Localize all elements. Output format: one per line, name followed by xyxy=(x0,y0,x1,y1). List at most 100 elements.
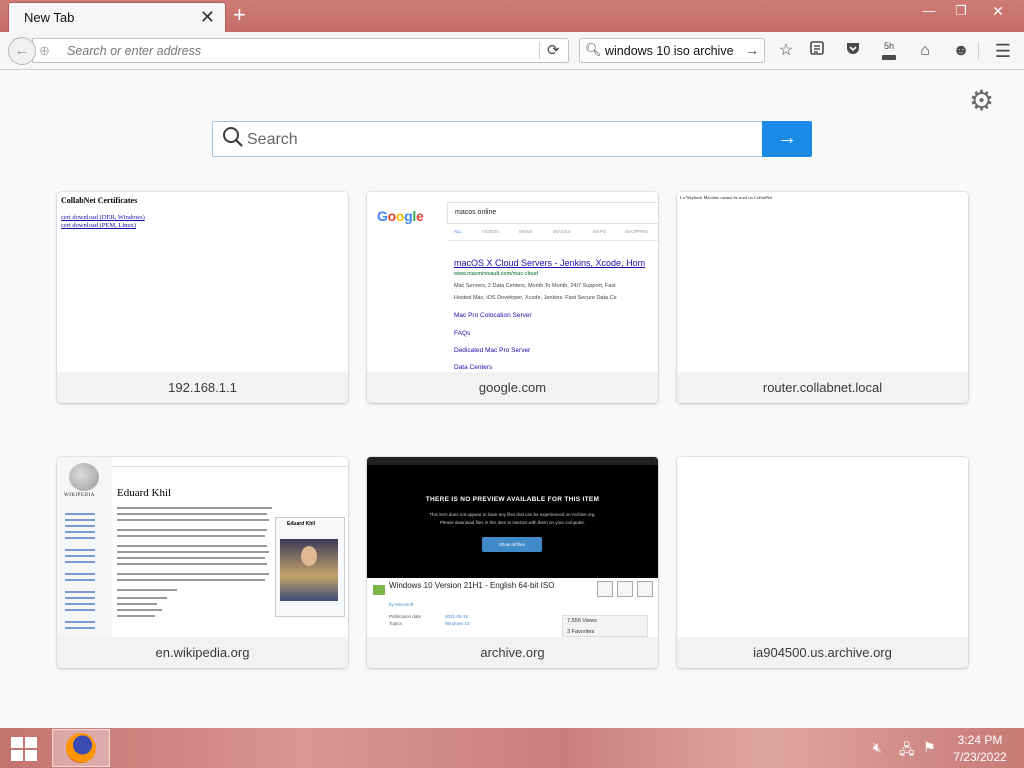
logo-letter: o xyxy=(387,208,397,224)
thumb-article-heading: Eduard Khil xyxy=(117,487,172,499)
search-icon xyxy=(222,126,244,154)
thumb-nav-line xyxy=(65,579,95,581)
thumb-sitelink: Mac Pro Colocation Server xyxy=(454,312,532,319)
tile-thumbnail: THERE IS NO PREVIEW AVAILABLE FOR THIS I… xyxy=(367,457,658,637)
top-site-tile[interactable]: ia904500.us.archive.org xyxy=(677,457,968,668)
search-bar-value[interactable]: windows 10 iso archive xyxy=(605,44,734,58)
thumb-result-title: macOS X Cloud Servers - Jenkins, Xcode, … xyxy=(454,258,646,268)
thumb-query: macos online xyxy=(455,209,497,216)
close-window-button[interactable]: ✕ xyxy=(983,2,1013,20)
thumb-text-line xyxy=(117,513,267,515)
clock-date[interactable]: 7/23/2022 xyxy=(950,750,1010,764)
thumb-photo-face xyxy=(301,546,317,566)
newtab-search-box[interactable] xyxy=(212,121,763,157)
minimize-button[interactable]: — xyxy=(914,2,944,20)
tile-label: archive.org xyxy=(367,637,658,668)
thumb-nav-line xyxy=(65,627,95,629)
network-icon[interactable]: 🖧︎ xyxy=(899,739,915,763)
thumb-item-title: Windows 10 Version 21H1 - English 64-bit… xyxy=(389,581,555,590)
thumb-nav-line xyxy=(65,621,95,623)
reader-list-icon[interactable] xyxy=(806,40,828,62)
maximize-button[interactable]: ❐ xyxy=(946,2,976,20)
thumb-text-line xyxy=(117,603,157,605)
thumb-nav-line xyxy=(65,597,95,599)
top-site-tile[interactable]: La Wayback Machine cannot be used on Col… xyxy=(677,192,968,403)
downloads-icon[interactable]: 5h xyxy=(878,40,900,62)
top-site-tile[interactable]: CollabNet Certificates cert download (DE… xyxy=(57,192,348,403)
thumb-text-line xyxy=(117,551,269,553)
thumb-item-author: by Microsoft xyxy=(389,602,414,607)
home-icon[interactable]: ⌂ xyxy=(914,40,936,62)
windows-logo-pane xyxy=(25,737,37,748)
close-tab-icon[interactable]: ✕ xyxy=(200,7,215,27)
newtab-search-go-button[interactable]: → xyxy=(762,121,812,157)
thumb-tab: NEWS xyxy=(519,229,533,234)
reader-list-icon-graphic xyxy=(810,41,824,55)
url-bar[interactable]: ⊕ ⟳ xyxy=(32,38,569,63)
url-input[interactable] xyxy=(67,42,527,60)
thumb-tab: VIDEOS xyxy=(482,229,500,234)
hamburger-menu-icon[interactable]: ☰ xyxy=(992,40,1014,62)
wikipedia-globe-logo xyxy=(69,463,99,491)
taskbar: 🔇︎ 🖧︎ ⚑ 3:24 PM 7/23/2022 xyxy=(0,728,1024,768)
clock-time[interactable]: 3:24 PM xyxy=(950,733,1010,747)
thumb-meta-value: Windows 10 xyxy=(445,621,470,626)
thumb-item-icon xyxy=(373,585,385,595)
star-icon[interactable]: ☆ xyxy=(775,40,797,62)
volume-muted-icon[interactable]: 🔇︎ xyxy=(873,739,882,756)
thumb-query-box: macos online xyxy=(447,202,658,224)
tile-thumbnail: CollabNet Certificates cert download (DE… xyxy=(57,192,348,372)
thumb-text-line xyxy=(117,615,155,617)
pocket-icon-graphic xyxy=(847,43,859,54)
gear-icon[interactable]: ⚙ xyxy=(969,84,994,117)
top-site-tile[interactable]: Google macos online ALL VIDEOS NEWS IMAG… xyxy=(367,192,658,403)
thumb-nav-line xyxy=(65,525,95,527)
url-separator xyxy=(539,42,540,59)
thumb-text-line xyxy=(117,609,162,611)
tab-new-tab[interactable]: New Tab ✕ xyxy=(8,2,226,32)
thumb-nav-line xyxy=(65,537,95,539)
thumb-dark-banner: THERE IS NO PREVIEW AVAILABLE FOR THIS I… xyxy=(367,457,658,578)
logo-letter: o xyxy=(395,208,405,224)
search-bar[interactable]: 🔍︎ windows 10 iso archive → xyxy=(579,38,765,63)
download-time: 5h xyxy=(883,41,894,51)
search-icon[interactable]: 🔍︎ xyxy=(585,42,602,58)
firefox-taskbar-button[interactable] xyxy=(52,729,110,767)
thumb-sitelink: FAQs xyxy=(454,330,471,337)
tile-thumbnail: Google macos online ALL VIDEOS NEWS IMAG… xyxy=(367,192,658,372)
site-identity-icon[interactable]: ⊕ xyxy=(39,43,50,59)
search-magnifier-graphic xyxy=(223,127,243,147)
thumb-nav-line xyxy=(65,549,95,551)
thumb-nav-line xyxy=(65,513,95,515)
windows-logo-pane xyxy=(11,750,23,761)
toolbar-separator xyxy=(978,42,979,60)
thumb-show-files-button: Show all files xyxy=(482,537,542,552)
new-tab-button[interactable]: + xyxy=(233,4,246,26)
search-go-icon[interactable]: → xyxy=(745,42,759,58)
reload-icon[interactable]: ⟳ xyxy=(547,41,560,59)
pocket-icon[interactable] xyxy=(842,40,864,62)
thumb-top-bar xyxy=(112,457,348,467)
thumb-infobox-title: Eduard Khil xyxy=(287,521,316,527)
thumb-text-line xyxy=(117,579,265,581)
windows-logo-pane xyxy=(11,737,23,748)
tile-label: ia904500.us.archive.org xyxy=(677,637,968,668)
top-site-tile[interactable]: WIKIPEDIA Eduard Khil Eduard Khil en.wik… xyxy=(57,457,348,668)
hello-icon[interactable]: ☻ xyxy=(950,40,972,62)
tile-label: 192.168.1.1 xyxy=(57,372,348,403)
downloads-tray-graphic xyxy=(882,55,896,60)
newtab-search-input[interactable] xyxy=(247,129,747,151)
thumb-share-icon xyxy=(617,581,633,597)
thumb-sidebar: WIKIPEDIA xyxy=(57,457,112,637)
windows-start-button[interactable] xyxy=(8,734,38,762)
action-center-icon[interactable]: ⚑ xyxy=(923,739,936,756)
top-site-tile[interactable]: THERE IS NO PREVIEW AVAILABLE FOR THIS I… xyxy=(367,457,658,668)
thumb-sitelink: Dedicated Mac Pro Server xyxy=(454,347,531,354)
thumb-tab: ALL xyxy=(454,229,463,234)
thumb-notice-sub: This item does not appear to have any fi… xyxy=(429,512,596,517)
thumb-nav-line xyxy=(65,555,95,557)
back-button[interactable]: ← xyxy=(8,37,36,65)
tile-thumbnail: WIKIPEDIA Eduard Khil Eduard Khil xyxy=(57,457,348,637)
thumb-nav-line xyxy=(65,573,95,575)
logo-letter: G xyxy=(377,208,388,224)
